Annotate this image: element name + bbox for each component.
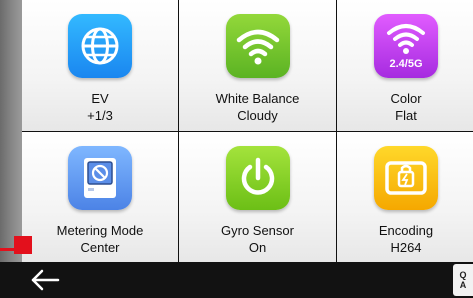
- tile-metering-mode[interactable]: Metering Mode Center: [22, 132, 178, 263]
- qa-icon-top: Q: [459, 270, 467, 280]
- tile-white-balance[interactable]: White Balance Cloudy: [179, 0, 336, 131]
- tile-value: Flat: [395, 108, 417, 123]
- marker-square: [14, 236, 32, 254]
- tile-encoding[interactable]: Encoding H264: [337, 132, 473, 263]
- left-bezel: [0, 0, 22, 262]
- tile-label: Encoding: [378, 223, 434, 238]
- tile-label: Gyro Sensor: [221, 223, 294, 238]
- battery-card-icon: [374, 146, 438, 210]
- power-icon: [225, 146, 290, 210]
- tile-gyro-sensor[interactable]: Gyro Sensor On: [179, 132, 336, 263]
- wifi-band-badge: 2.4/5G: [389, 58, 423, 70]
- tile-value: On: [248, 240, 267, 255]
- tile-value: Cloudy: [237, 108, 278, 123]
- settings-grid: EV +1/3 White Balance Cloudy 2.4/5G Colo…: [22, 0, 473, 263]
- wifi-icon: [225, 14, 290, 78]
- wifi-icon: 2.4/5G: [374, 14, 438, 78]
- recording-marker: [0, 236, 32, 264]
- globe-icon: [68, 14, 132, 78]
- tile-value: Center: [80, 240, 120, 255]
- qa-icon[interactable]: Q A: [453, 264, 473, 296]
- arrow-left-icon[interactable]: [28, 268, 62, 292]
- camera-settings-screen: EV +1/3 White Balance Cloudy 2.4/5G Colo…: [0, 0, 473, 298]
- tile-ev[interactable]: EV +1/3: [22, 0, 178, 131]
- tile-label: White Balance: [215, 91, 300, 106]
- device-icon: [68, 146, 132, 210]
- bottom-bar: Q A: [0, 262, 473, 298]
- tile-value: +1/3: [87, 108, 113, 123]
- qa-icon-bottom: A: [459, 280, 467, 290]
- tile-label: EV: [91, 91, 109, 106]
- tile-value: H264: [390, 240, 422, 255]
- tile-label: Metering Mode: [56, 223, 144, 238]
- tile-color[interactable]: 2.4/5G Color Flat: [337, 0, 473, 131]
- tile-label: Color: [390, 91, 422, 106]
